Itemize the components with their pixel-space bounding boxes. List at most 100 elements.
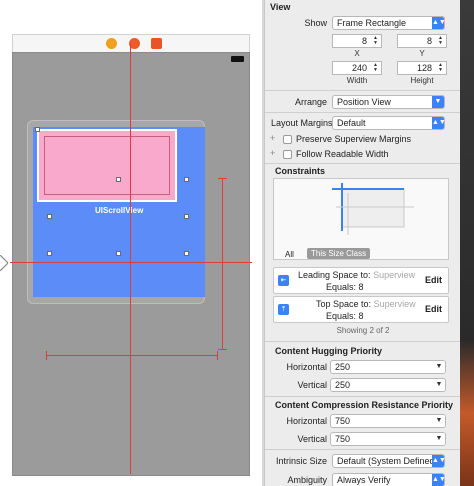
divider — [265, 163, 460, 164]
battery-icon — [231, 56, 244, 62]
chevron-down-icon[interactable]: ▼ — [433, 379, 445, 391]
edit-button[interactable]: Edit — [425, 275, 442, 285]
content-view[interactable] — [37, 129, 177, 202]
constraint-equals-label: Equals: — [326, 311, 357, 321]
view-controller-icon[interactable] — [106, 38, 117, 49]
x-field[interactable]: 8 ▲ ▼ — [332, 34, 382, 48]
vertical-center-guide — [130, 44, 131, 474]
constraints-count: Showing 2 of 2 — [336, 326, 390, 335]
compression-horizontal-label: Horizontal — [286, 416, 327, 426]
x-label: X — [354, 49, 360, 58]
constraint-value: 8 — [358, 282, 364, 292]
plus-icon[interactable]: + — [270, 133, 275, 143]
resize-handle-left[interactable] — [47, 214, 52, 219]
size-inspector: View Show Frame Rectangle ▲▼ 8 ▲ ▼ 8 ▲ ▼ X… — [264, 0, 460, 486]
preserve-margins-label: Preserve Superview Margins — [296, 134, 412, 144]
constraint-item[interactable]: ⤒ Top Space to: Superview Equals: 8 Edit — [273, 296, 449, 323]
intrinsic-size-value: Default (System Defined) — [337, 456, 438, 466]
plus-icon[interactable]: + — [270, 148, 275, 158]
compression-horizontal-combo[interactable]: 750 ▼ — [330, 414, 446, 428]
y-value: 8 — [426, 36, 432, 46]
resize-handle-top-left[interactable] — [35, 127, 40, 132]
height-constraint-cap-top — [218, 178, 227, 179]
divider — [265, 112, 460, 113]
follow-readable-width-label: Follow Readable Width — [296, 149, 389, 159]
divider — [265, 396, 460, 397]
chevron-down-icon[interactable]: ▼ — [433, 361, 445, 373]
chevron-updown-icon: ▲▼ — [432, 117, 446, 129]
show-popup[interactable]: Frame Rectangle ▲▼ — [332, 16, 446, 30]
chevron-down-icon[interactable]: ▼ — [433, 433, 445, 445]
leading-constraint-icon: ⇤ — [278, 275, 289, 286]
height-constraint-line — [222, 178, 223, 350]
storyboard-canvas[interactable]: UIScrollView — [0, 0, 262, 486]
layout-margins-label: Layout Margins — [271, 118, 333, 128]
intrinsic-size-label: Intrinsic Size — [275, 456, 327, 466]
width-constraint-cap-right — [217, 351, 218, 360]
horizontal-center-guide — [10, 262, 252, 263]
compression-horizontal-value: 750 — [335, 416, 351, 426]
resize-handle-bottom-left[interactable] — [47, 251, 52, 256]
constraint-value: 8 — [358, 311, 364, 321]
hugging-vertical-value: 250 — [335, 380, 351, 390]
chevron-down-icon[interactable]: ▼ — [433, 415, 445, 427]
x-value: 8 — [361, 36, 367, 46]
follow-readable-width-checkbox[interactable] — [283, 150, 292, 159]
compression-vertical-value: 750 — [335, 434, 351, 444]
width-constraint-cap-left — [46, 351, 47, 360]
stepper-icon[interactable]: ▲ ▼ — [371, 63, 380, 73]
arrange-popup[interactable]: Position View ▼ — [332, 95, 445, 109]
resize-handle-top[interactable] — [116, 177, 121, 182]
width-value: 240 — [351, 63, 367, 73]
y-field[interactable]: 8 ▲ ▼ — [397, 34, 447, 48]
hugging-vertical-label: Vertical — [297, 380, 327, 390]
tab-all[interactable]: All — [285, 250, 294, 259]
resize-handle-bottom-right[interactable] — [184, 251, 189, 256]
constraint-item[interactable]: ⇤ Leading Space to: Superview Equals: 8 … — [273, 267, 449, 294]
height-value: 128 — [416, 63, 432, 73]
stepper-icon[interactable]: ▲ ▼ — [371, 36, 380, 46]
chevron-updown-icon: ▲▼ — [432, 474, 446, 486]
chevron-updown-icon: ▲▼ — [432, 17, 446, 29]
resize-handle-top-right[interactable] — [184, 177, 189, 182]
constraint-target: Superview — [373, 299, 416, 309]
arrange-label: Arrange — [294, 97, 327, 107]
tab-this-size-class[interactable]: This Size Class — [307, 248, 371, 259]
hugging-vertical-combo[interactable]: 250 ▼ — [330, 378, 446, 392]
hugging-horizontal-combo[interactable]: 250 ▼ — [330, 360, 446, 374]
ambiguity-label: Ambiguity — [287, 475, 327, 485]
height-label: Height — [410, 76, 434, 85]
compression-vertical-label: Vertical — [297, 434, 327, 444]
constraint-equals-label: Equals: — [326, 282, 357, 292]
constraint-value-line: Equals: 8 — [326, 311, 364, 321]
desktop-background — [460, 0, 474, 486]
compression-title: Content Compression Resistance Priority — [275, 400, 454, 410]
chevron-updown-icon: ▲▼ — [432, 455, 446, 467]
top-constraint-icon: ⤒ — [278, 304, 289, 315]
height-field[interactable]: 128 ▲ ▼ — [397, 61, 447, 75]
arrange-popup-value: Position View — [337, 97, 391, 107]
resize-handle-bottom[interactable] — [116, 251, 121, 256]
hugging-horizontal-value: 250 — [335, 362, 351, 372]
stepper-icon[interactable]: ▲ ▼ — [436, 36, 445, 46]
divider — [265, 449, 460, 450]
stepper-icon[interactable]: ▲ ▼ — [436, 63, 445, 73]
exit-icon[interactable] — [151, 38, 162, 49]
constraint-target: Superview — [373, 270, 416, 280]
preserve-margins-checkbox[interactable] — [283, 135, 292, 144]
constraint-title-line: Leading Space to: Superview — [298, 270, 415, 280]
resize-handle-right[interactable] — [184, 214, 189, 219]
width-constraint-line — [46, 355, 218, 356]
divider — [265, 341, 460, 342]
edit-button[interactable]: Edit — [425, 304, 442, 314]
ambiguity-value: Always Verify — [337, 475, 391, 485]
compression-vertical-combo[interactable]: 750 ▼ — [330, 432, 446, 446]
intrinsic-size-popup[interactable]: Default (System Defined) ▲▼ — [332, 454, 446, 468]
width-label: Width — [346, 76, 368, 85]
ambiguity-popup[interactable]: Always Verify ▲▼ — [332, 473, 446, 486]
constraint-title-line: Top Space to: Superview — [316, 299, 416, 309]
layout-margins-popup-value: Default — [337, 118, 366, 128]
width-field[interactable]: 240 ▲ ▼ — [332, 61, 382, 75]
entry-point-arrow-icon — [0, 255, 8, 271]
layout-margins-popup[interactable]: Default ▲▼ — [332, 116, 446, 130]
